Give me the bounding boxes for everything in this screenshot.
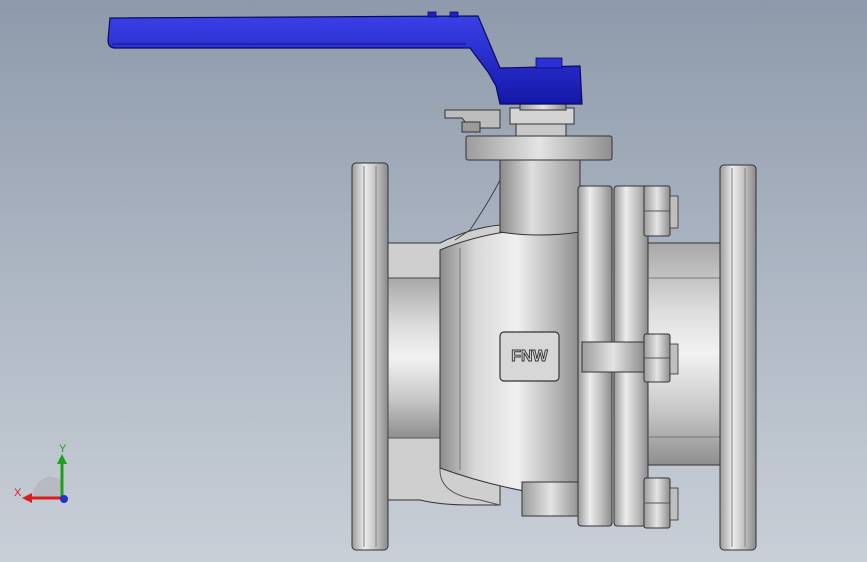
view-triad[interactable]: Y X <box>10 440 80 510</box>
right-flange <box>719 164 757 551</box>
lever-handle[interactable] <box>107 11 583 105</box>
graphics-viewport[interactable]: FNW Y X <box>0 0 867 562</box>
stem-neck <box>454 159 581 241</box>
valve-main-body: FNW <box>439 227 581 501</box>
z-axis-dot <box>60 495 68 503</box>
x-axis-label: X <box>14 487 22 499</box>
valve-model[interactable]: FNW <box>0 0 867 562</box>
body-connector-flange <box>577 185 649 527</box>
left-flange <box>351 162 389 551</box>
triad-plane-icon <box>32 476 62 498</box>
nameplate-text: FNW <box>511 348 548 365</box>
y-axis-label: Y <box>59 443 67 455</box>
bottom-boss <box>521 481 581 517</box>
flange-bolts <box>643 185 679 529</box>
